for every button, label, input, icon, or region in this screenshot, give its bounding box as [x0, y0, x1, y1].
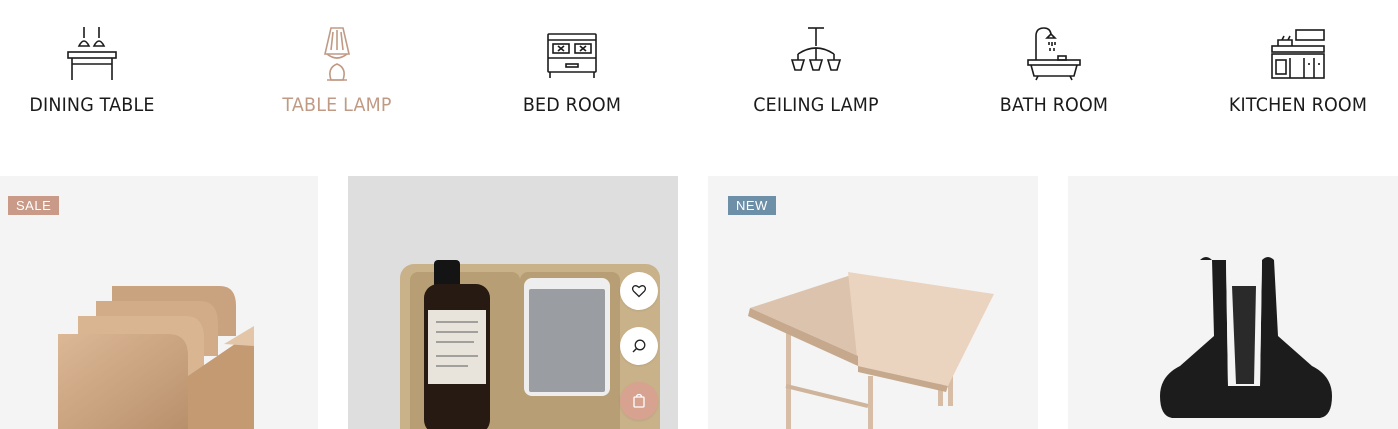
product-card[interactable] — [348, 176, 678, 429]
heart-icon — [631, 285, 647, 298]
add-to-cart-button[interactable] — [620, 382, 658, 420]
category-bed-room[interactable]: BED ROOM — [472, 24, 672, 116]
category-label: TABLE LAMP — [282, 94, 392, 116]
new-badge: NEW — [728, 196, 776, 215]
table-lamp-icon — [323, 27, 351, 81]
cart-icon — [633, 393, 645, 408]
category-label: BED ROOM — [522, 94, 622, 116]
search-icon — [632, 339, 646, 353]
product-card[interactable] — [1068, 176, 1398, 429]
sale-badge: SALE — [8, 196, 60, 215]
category-label: DINING TABLE — [29, 94, 155, 116]
category-label: CEILING LAMP — [753, 94, 879, 116]
product-card[interactable]: SALE — [0, 176, 318, 429]
category-ceiling-lamp[interactable]: CEILING LAMP — [716, 24, 916, 116]
kitchen-icon — [1271, 29, 1325, 79]
wishlist-button[interactable] — [620, 272, 658, 310]
category-nav: DINING TABLE TABLE LAMP BED ROOM CEILING… — [0, 0, 1398, 150]
ceiling-lamp-icon — [790, 27, 842, 71]
category-label: KITCHEN ROOM — [1228, 94, 1368, 116]
category-table-lamp[interactable]: TABLE LAMP — [237, 24, 437, 116]
bed-icon — [547, 33, 597, 78]
category-label: BATH ROOM — [999, 94, 1109, 116]
quick-view-button[interactable] — [620, 327, 658, 365]
category-dining-table[interactable]: DINING TABLE — [0, 24, 192, 116]
product-card[interactable]: NEW — [708, 176, 1038, 429]
black-iron-card-holder-image — [1160, 256, 1332, 418]
category-kitchen-room[interactable]: KITCHEN ROOM — [1198, 24, 1398, 116]
category-bath-room[interactable]: BATH ROOM — [954, 24, 1154, 116]
dining-table-icon — [67, 27, 117, 80]
bathtub-icon — [1027, 27, 1081, 81]
